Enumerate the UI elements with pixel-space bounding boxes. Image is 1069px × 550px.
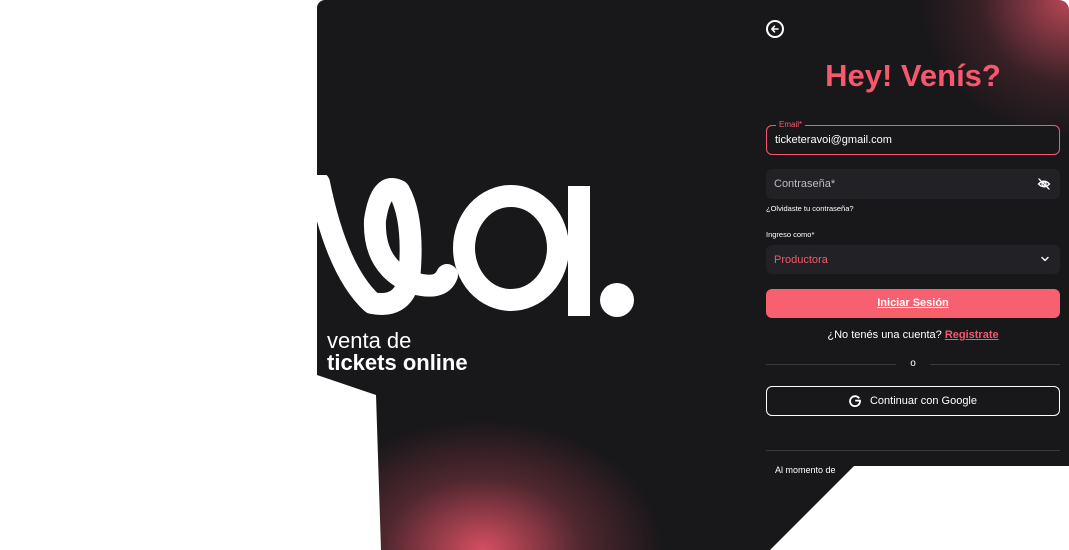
login-button[interactable]: Iniciar Sesión (766, 289, 1060, 318)
email-value: ticketeravoi@gmail.com (775, 134, 892, 146)
role-select[interactable]: Productora (766, 245, 1060, 274)
voi-logo (317, 175, 634, 317)
login-card: venta de tickets online Hey! Venís? Emai… (317, 0, 1069, 550)
divider-left (766, 364, 896, 365)
arrow-left-icon (771, 25, 779, 33)
divider-label: o (910, 358, 916, 369)
google-signin-button[interactable]: Continuar con Google (766, 386, 1060, 416)
role-label: Ingreso como* (766, 230, 815, 239)
back-button[interactable] (766, 20, 784, 38)
bottom-divider (766, 450, 1060, 451)
signup-row: ¿No tenés una cuenta? Registrate (766, 329, 1060, 341)
eye-off-icon[interactable] (1037, 177, 1051, 191)
legal-text: Al momento de (775, 465, 836, 475)
role-value: Productora (774, 254, 828, 266)
page-title: Hey! Venís? (825, 58, 1001, 93)
email-label: Email* (776, 120, 806, 129)
password-placeholder: Contraseña* (774, 178, 836, 190)
tagline-line-1: venta de (327, 328, 412, 353)
google-button-label: Continuar con Google (869, 395, 977, 407)
email-field[interactable]: Email* ticketeravoi@gmail.com (766, 120, 1060, 155)
tagline-line-2: tickets online (327, 350, 468, 375)
forgot-password-link[interactable]: ¿Olvidaste tu contraseña? (766, 204, 854, 213)
signup-prompt: ¿No tenés una cuenta? (827, 329, 942, 341)
chevron-down-icon (1041, 256, 1049, 262)
brand-tagline: venta de tickets online (327, 330, 468, 374)
google-icon (849, 395, 861, 407)
password-field[interactable]: Contraseña* (766, 169, 1060, 199)
signup-link[interactable]: Registrate (945, 329, 999, 341)
divider-right (930, 364, 1060, 365)
